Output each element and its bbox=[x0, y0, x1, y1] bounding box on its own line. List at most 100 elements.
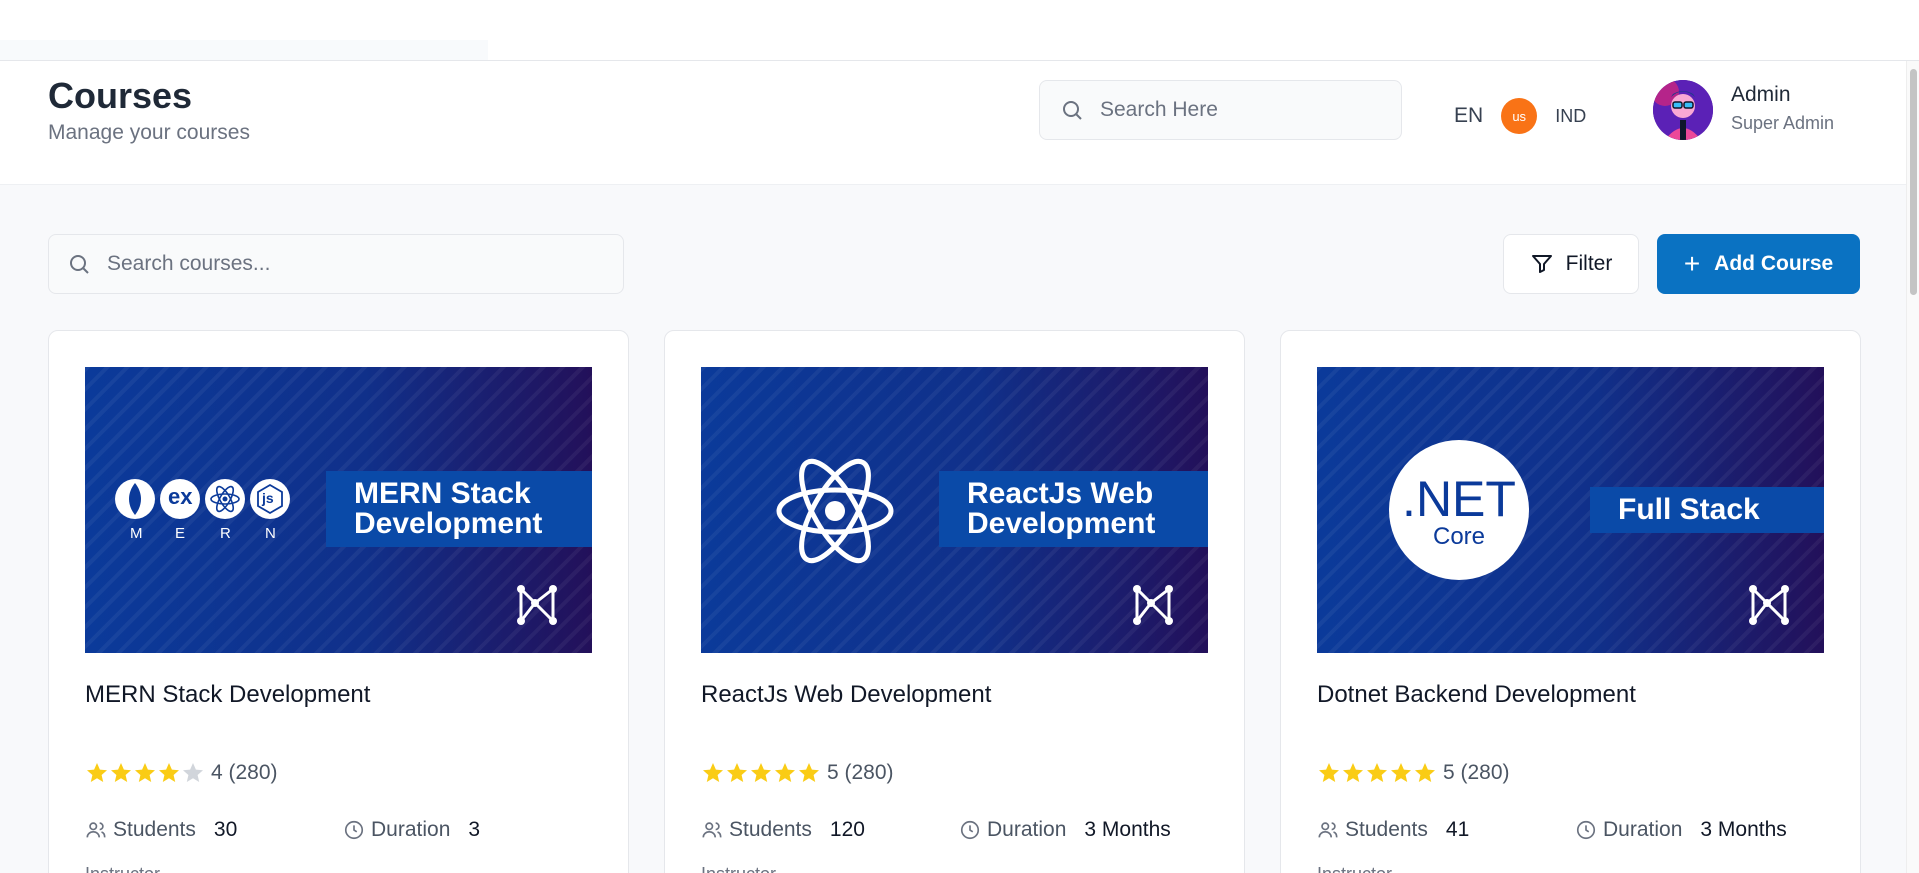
page-subtitle: Manage your courses bbox=[48, 121, 250, 144]
rating-text: 5 (280) bbox=[827, 761, 894, 784]
scrollbar[interactable] bbox=[1906, 61, 1919, 873]
star-rating bbox=[1317, 761, 1437, 785]
course-thumbnail[interactable]: .NET Core Full Stack bbox=[1317, 367, 1824, 653]
course-banner: Full Stack bbox=[1590, 487, 1824, 533]
dotnet-logo-icon: .NET Core bbox=[1389, 440, 1529, 580]
duration-label: Duration bbox=[987, 818, 1067, 841]
students-value: 120 bbox=[829, 818, 865, 841]
banner-line: Development bbox=[967, 507, 1156, 540]
students-label: Students bbox=[1345, 818, 1428, 841]
star-rating bbox=[85, 761, 205, 785]
global-search-box[interactable] bbox=[1039, 80, 1402, 140]
clock-icon bbox=[1576, 820, 1596, 840]
instructor-label: Instructor bbox=[1317, 864, 1392, 873]
duration-value: 3 Months bbox=[1700, 818, 1787, 841]
logo-letter: E bbox=[175, 525, 186, 542]
duration-meta: Duration 3 Months bbox=[959, 818, 1171, 842]
page-title: Courses bbox=[48, 75, 193, 116]
brand-logo-icon bbox=[1749, 585, 1789, 625]
star-icon bbox=[135, 763, 155, 782]
course-card[interactable]: ex js M E R N MERN Stack Development MER… bbox=[48, 330, 629, 873]
course-title[interactable]: Dotnet Backend Development bbox=[1317, 681, 1636, 709]
language-selector[interactable]: EN us IND bbox=[1454, 98, 1586, 134]
user-name[interactable]: Admin bbox=[1731, 83, 1791, 107]
search-icon bbox=[70, 255, 89, 274]
filter-label: Filter bbox=[1565, 252, 1613, 275]
course-banner: ReactJs Web Development bbox=[939, 471, 1208, 547]
duration-value: 3 bbox=[468, 818, 481, 841]
students-label: Students bbox=[113, 818, 196, 841]
brand-logo-icon bbox=[1133, 585, 1173, 625]
users-icon bbox=[1318, 822, 1338, 838]
dotnet-text: .NET bbox=[1402, 471, 1516, 527]
brand-logo-icon bbox=[517, 585, 557, 625]
region-label[interactable]: IND bbox=[1555, 106, 1586, 127]
scrollbar-thumb[interactable] bbox=[1910, 69, 1917, 295]
course-rating: 5 (280) bbox=[1317, 761, 1510, 785]
course-rating: 5 (280) bbox=[701, 761, 894, 785]
logo-letter: N bbox=[265, 525, 276, 542]
star-icon bbox=[775, 763, 795, 782]
logo-letter: M bbox=[130, 525, 143, 542]
star-rating bbox=[701, 761, 821, 785]
students-meta: Students 30 bbox=[85, 818, 237, 842]
duration-meta: Duration 3 Months bbox=[1575, 818, 1787, 842]
course-title[interactable]: ReactJs Web Development bbox=[701, 681, 991, 709]
star-icon bbox=[1367, 763, 1387, 782]
star-icon bbox=[111, 763, 131, 782]
top-bar bbox=[0, 0, 1919, 61]
star-icon bbox=[799, 763, 819, 782]
star-icon bbox=[703, 763, 723, 782]
star-icon bbox=[1319, 763, 1339, 782]
banner-line: MERN Stack bbox=[354, 477, 531, 510]
avatar[interactable] bbox=[1653, 80, 1713, 140]
logo-letter: R bbox=[220, 525, 231, 542]
instructor-label: Instructor bbox=[85, 864, 160, 873]
students-label: Students bbox=[729, 818, 812, 841]
course-search-box[interactable] bbox=[48, 234, 624, 294]
duration-label: Duration bbox=[371, 818, 451, 841]
users-icon bbox=[702, 822, 722, 838]
star-icon bbox=[183, 763, 203, 782]
duration-value: 3 Months bbox=[1084, 818, 1171, 841]
add-course-label: Add Course bbox=[1714, 252, 1834, 275]
country-flag-badge[interactable]: us bbox=[1501, 98, 1538, 134]
banner-line: ReactJs Web bbox=[967, 477, 1154, 510]
course-thumbnail[interactable]: ReactJs Web Development bbox=[701, 367, 1208, 653]
students-value: 30 bbox=[213, 818, 238, 841]
dotnet-sub: Core bbox=[1432, 523, 1486, 550]
users-icon bbox=[86, 822, 106, 838]
course-title[interactable]: MERN Stack Development bbox=[85, 681, 370, 709]
logo-ex-text: ex bbox=[168, 484, 193, 509]
course-banner: MERN Stack Development bbox=[326, 471, 592, 547]
user-role: Super Admin bbox=[1731, 113, 1835, 133]
duration-label: Duration bbox=[1603, 818, 1683, 841]
students-value: 41 bbox=[1445, 818, 1470, 841]
rating-text: 5 (280) bbox=[1443, 761, 1510, 784]
logo-js-text: js bbox=[262, 490, 274, 506]
react-logo-icon bbox=[776, 458, 894, 564]
course-rating: 4 (280) bbox=[85, 761, 278, 785]
star-icon bbox=[159, 763, 179, 782]
instructor-label: Instructor bbox=[701, 864, 776, 873]
star-icon bbox=[751, 763, 771, 782]
students-meta: Students 41 bbox=[1317, 818, 1469, 842]
global-search-input[interactable] bbox=[1100, 98, 1380, 122]
course-card[interactable]: ReactJs Web Development ReactJs Web Deve… bbox=[664, 330, 1245, 873]
plus-icon: + bbox=[1683, 248, 1701, 279]
page-header: Courses Manage your courses EN us IND Ad… bbox=[0, 61, 1906, 185]
duration-meta: Duration 3 bbox=[343, 818, 480, 842]
course-thumbnail[interactable]: ex js M E R N MERN Stack Development bbox=[85, 367, 592, 653]
add-course-button[interactable]: + Add Course bbox=[1657, 234, 1860, 294]
course-card[interactable]: .NET Core Full Stack Dotnet Backend Deve… bbox=[1280, 330, 1861, 873]
clock-icon bbox=[960, 820, 980, 840]
search-icon bbox=[1063, 101, 1082, 120]
language-code[interactable]: EN bbox=[1454, 104, 1483, 128]
filter-button[interactable]: Filter bbox=[1503, 234, 1639, 294]
clock-icon bbox=[344, 820, 364, 840]
course-search-input[interactable] bbox=[107, 252, 387, 276]
top-bar-strip bbox=[0, 40, 488, 60]
mern-logo bbox=[115, 479, 290, 519]
banner-line: Development bbox=[354, 507, 543, 540]
star-icon bbox=[87, 763, 107, 782]
